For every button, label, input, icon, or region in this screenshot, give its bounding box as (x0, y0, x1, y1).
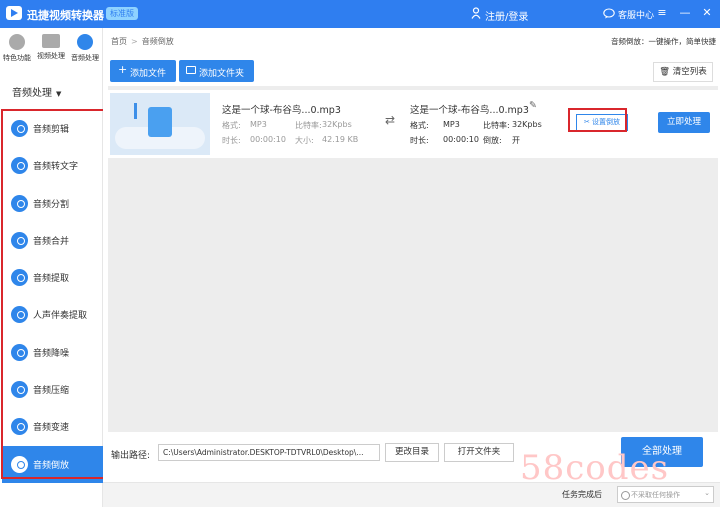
target-duration: 00:00:10 (443, 135, 479, 144)
after-task-label: 任务完成后 (562, 490, 602, 499)
add-file-button[interactable]: + 添加文件 (110, 60, 176, 82)
star-icon (9, 34, 25, 50)
output-path-field[interactable]: C:\Users\Administrator.DESKTOP-TDTVRL0\D… (158, 444, 380, 461)
audio-thumbnail (110, 93, 210, 155)
add-file-label: 添加文件 (130, 69, 167, 79)
nav-video-label: 视频处理 (37, 52, 65, 60)
app-logo-icon (6, 6, 22, 20)
source-format-label: 格式: (222, 121, 241, 130)
login-link[interactable]: 注册/登录 (485, 8, 528, 23)
feature-description: 音频倒放：一键操作，简单快捷 (611, 37, 716, 46)
target-bitrate-label: 比特率: (483, 121, 510, 130)
film-icon (42, 34, 60, 48)
process-now-button[interactable]: 立即处理 (658, 112, 710, 133)
source-duration: 00:00:10 (250, 135, 286, 144)
category-label: 音频处理 (12, 88, 52, 99)
target-bitrate: 32Kpbs (512, 120, 542, 129)
source-bitrate-label: 比特率: (295, 121, 322, 130)
edit-pencil-icon[interactable]: ✎ (529, 100, 537, 111)
nav-featured-label: 特色功能 (3, 54, 31, 62)
highlight-box-sidebar (1, 109, 107, 479)
music-note-icon (134, 103, 144, 119)
highlight-box-set-reverse (568, 108, 627, 132)
open-folder-button[interactable]: 打开文件夹 (444, 443, 514, 462)
plus-icon: + (118, 63, 128, 76)
watermark: 58codes (520, 448, 670, 488)
nav-audio[interactable]: 音频处理 (68, 34, 102, 63)
edition-badge: 标准版 (106, 7, 138, 20)
close-button[interactable]: ✕ (697, 3, 717, 23)
after-task-option: 不采取任何操作 (631, 491, 680, 499)
source-bitrate: 32Kpbs (322, 120, 352, 129)
clear-list-label: 清空列表 (672, 67, 707, 77)
nav-featured[interactable]: 特色功能 (0, 34, 34, 63)
breadcrumb-separator-icon: > (131, 37, 138, 46)
app-title: 迅捷视频转换器 (27, 9, 104, 22)
top-nav: 特色功能 视频处理 音频处理 (0, 28, 103, 72)
after-task-select[interactable]: 不采取任何操作 ⌄ (617, 486, 714, 503)
chevron-down-icon: ⌄ (704, 489, 710, 497)
trash-icon: 🗑 (659, 67, 671, 77)
add-folder-label: 添加文件夹 (199, 69, 245, 79)
target-reverse: 开 (512, 136, 520, 145)
chevron-down-icon: ▼ (56, 90, 62, 98)
source-file-name: 这是一个球-布谷鸟...0.mp3 (222, 105, 341, 116)
target-format: MP3 (443, 120, 460, 129)
nav-video[interactable]: 视频处理 (34, 34, 68, 61)
customer-service-link[interactable]: 客服中心 (618, 8, 654, 21)
target-reverse-label: 倒放: (483, 136, 502, 145)
add-folder-button[interactable]: 添加文件夹 (179, 60, 254, 82)
target-file-name: 这是一个球-布谷鸟...0.mp3 (410, 105, 529, 116)
source-format: MP3 (250, 120, 267, 129)
clear-list-button[interactable]: 🗑 清空列表 (653, 62, 713, 82)
target-format-label: 格式: (410, 121, 429, 130)
minimize-button[interactable]: — (675, 3, 695, 23)
file-list: 这是一个球-布谷鸟...0.mp3 格式: MP3 比特率: 32Kpbs 时长… (108, 86, 718, 456)
breadcrumb-current: 音频倒放 (141, 37, 174, 46)
breadcrumb: 首页 > 音频倒放 (111, 36, 174, 47)
change-dir-button[interactable]: 更改目录 (385, 443, 439, 462)
output-path-label: 输出路径: (111, 451, 151, 461)
audio-file-icon (148, 107, 172, 137)
category-dropdown[interactable]: 音频处理 ▼ (12, 84, 61, 99)
menu-button[interactable]: ≡ (652, 3, 672, 23)
source-duration-label: 时长: (222, 136, 241, 145)
breadcrumb-home[interactable]: 首页 (111, 37, 127, 46)
title-bar: 迅捷视频转换器 标准版 注册/登录 客服中心 ≡ — ✕ (0, 0, 720, 28)
folder-icon (186, 66, 196, 74)
nav-audio-label: 音频处理 (71, 54, 99, 62)
target-duration-label: 时长: (410, 136, 429, 145)
chat-icon[interactable] (603, 8, 615, 19)
user-icon[interactable] (471, 7, 481, 19)
source-size: 42.19 KB (322, 135, 359, 144)
source-size-label: 大小: (295, 136, 314, 145)
music-icon (77, 34, 93, 50)
convert-arrow-icon: ⇄ (385, 113, 396, 127)
